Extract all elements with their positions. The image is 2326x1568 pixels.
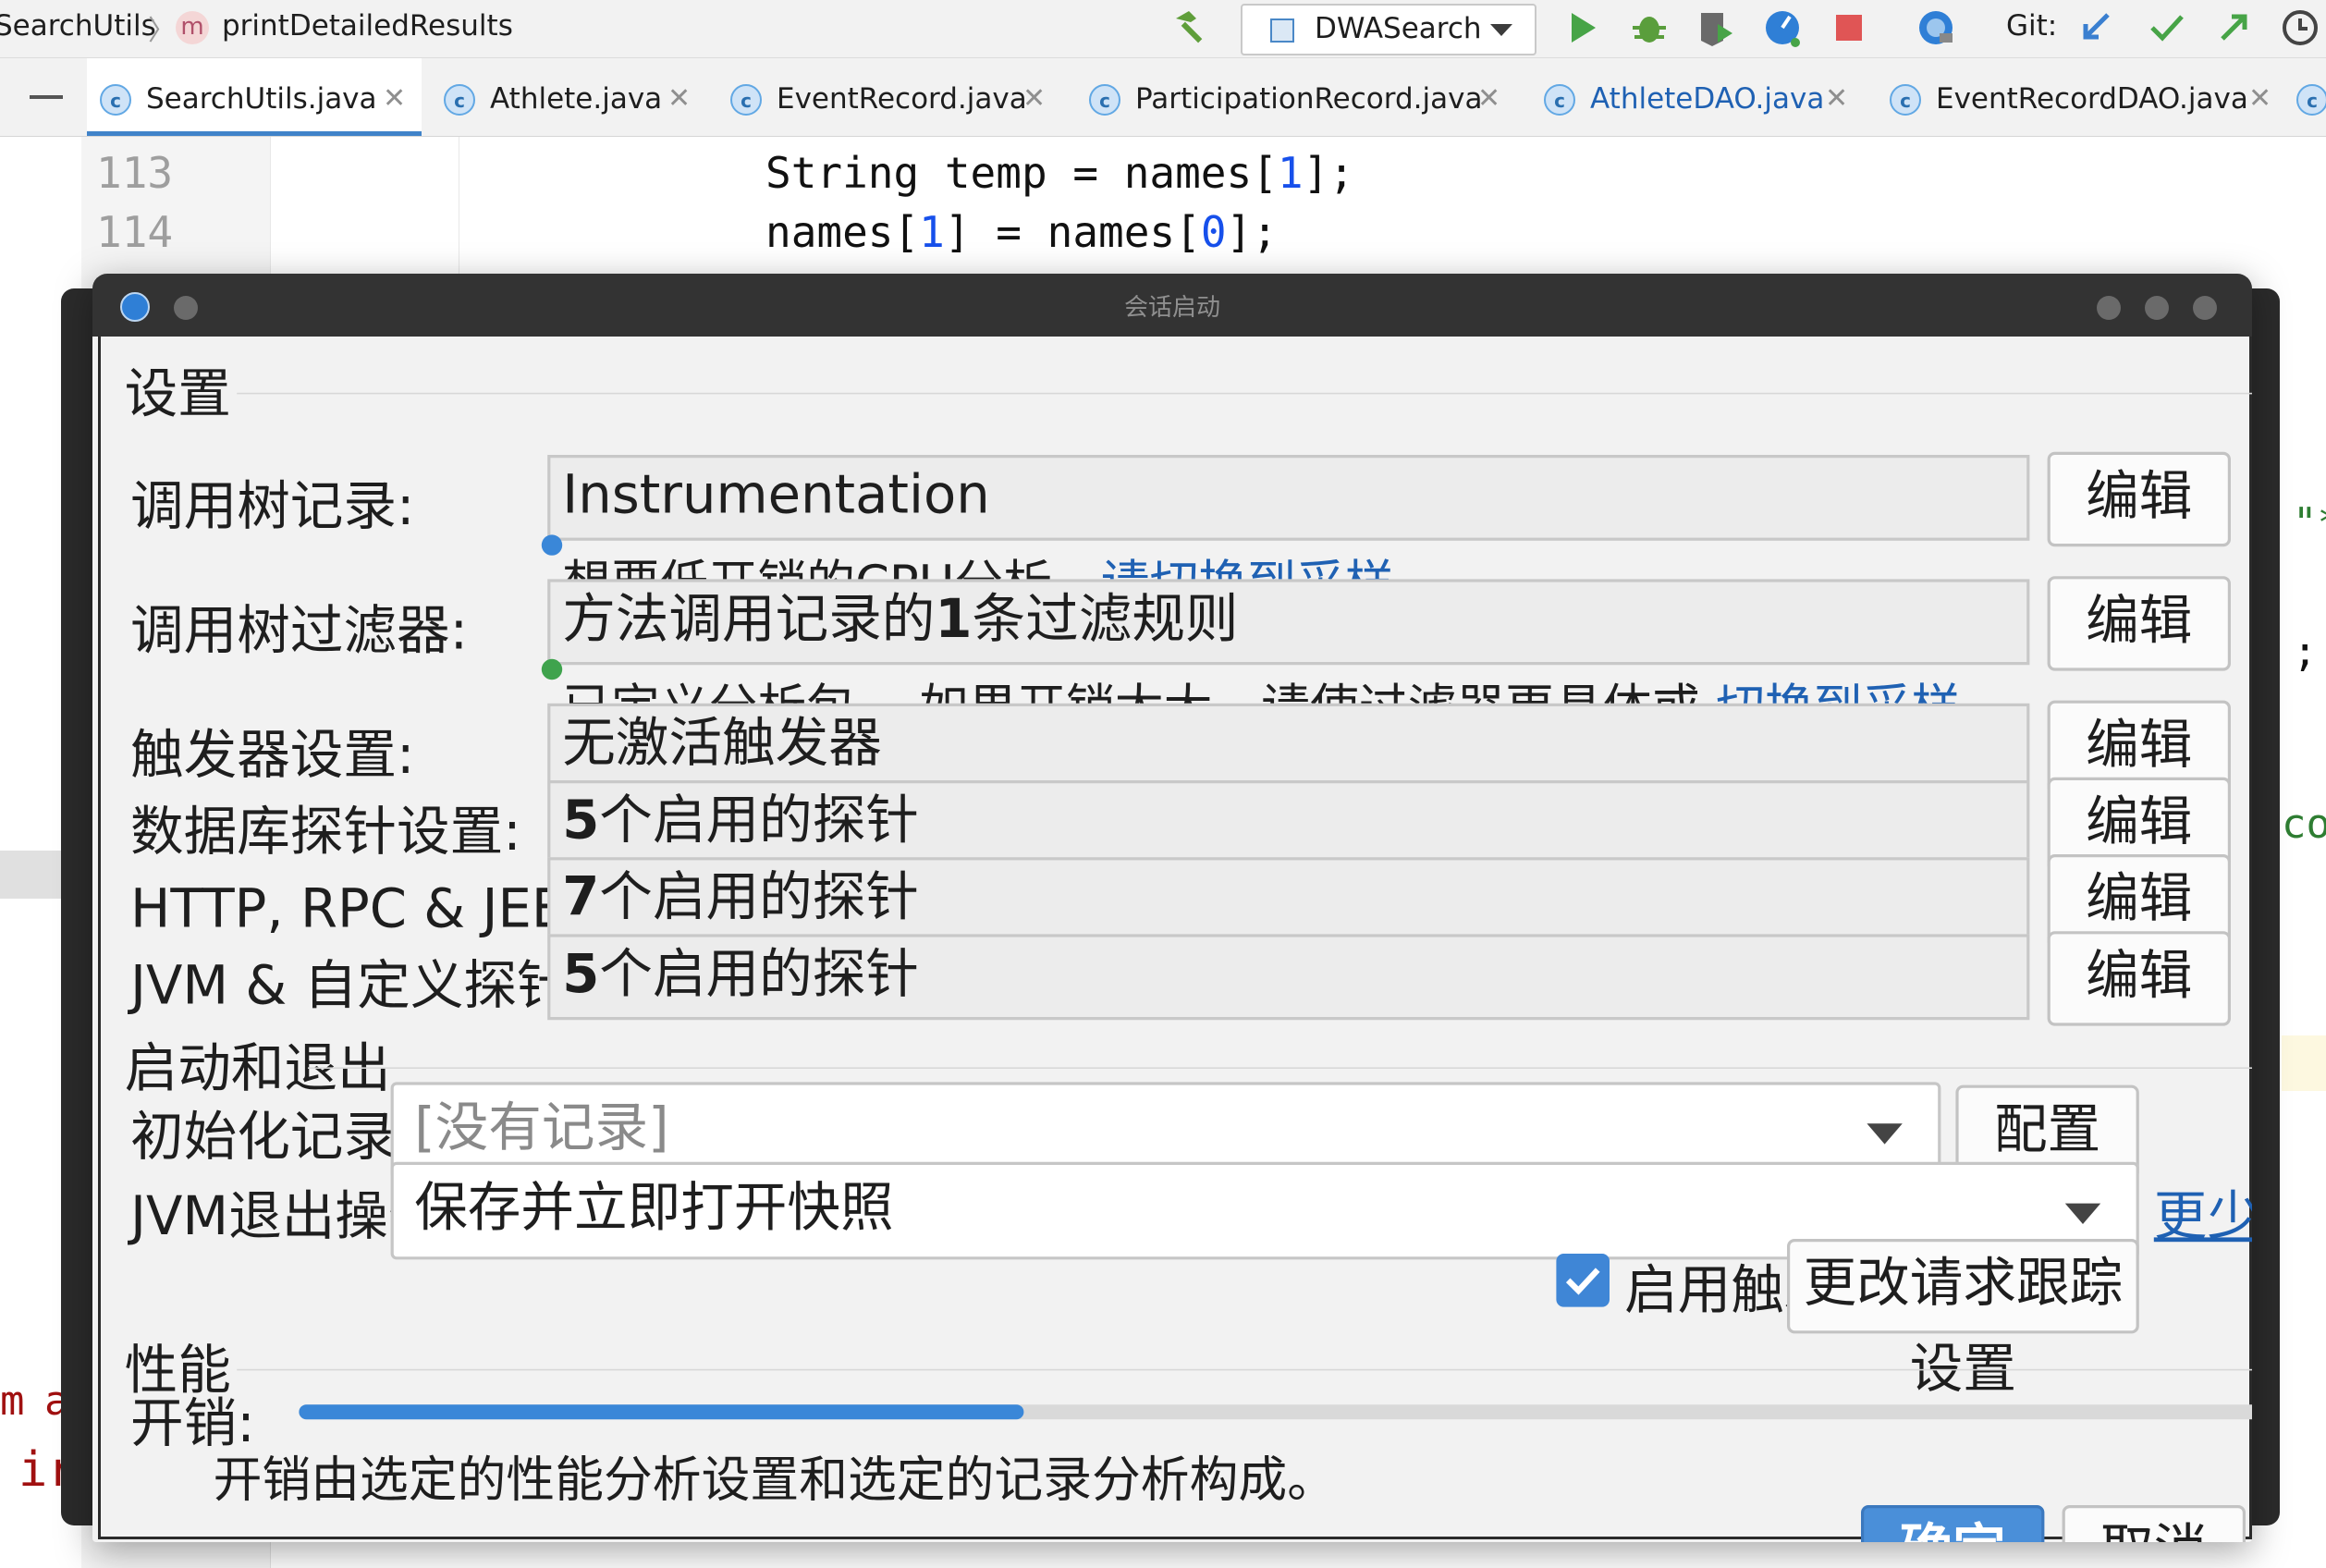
call-tree-recording-value: Instrumentation [547,455,2030,541]
edit-call-tree-filter-button[interactable]: 编辑 [2047,576,2231,671]
method-icon: m [176,11,209,44]
class-icon: c [444,84,475,116]
dialog-title: 会话启动 [1123,294,1220,322]
dialog-titlebar[interactable]: 会话启动 [92,274,2252,337]
debug-icon[interactable] [1629,7,1670,48]
show-less-link[interactable]: 更少 [2154,1174,2252,1251]
run-icon[interactable] [1562,7,1603,48]
call-tree-recording-label: 调用树记录: [130,477,415,538]
class-icon: c [2296,84,2326,116]
run-config-label: DWASearch [1315,12,1482,45]
section-divider [237,392,2252,395]
cancel-button[interactable]: 取消 [2062,1505,2246,1542]
ok-button[interactable]: 确定 [1861,1505,2045,1542]
database-probe-label: 数据库探针设置: [130,802,521,864]
close-icon[interactable]: ✕ [1477,82,1500,115]
close-icon[interactable]: ✕ [667,82,691,115]
call-tree-filter-value: 方法调用记录的1条过滤规则 [547,579,2030,666]
class-icon: c [1544,84,1575,116]
tab-eventrecord[interactable]: c EventRecord.java ✕ [717,58,1058,136]
jvm-custom-probe-value: 5个启用的探针 [547,934,2030,1021]
tab-overflow[interactable]: c [2283,58,2326,136]
coverage-icon[interactable] [1696,7,1736,48]
dialog-body: 设置 调用树记录: Instrumentation 编辑 想要低开销的CPU分析… [98,337,2252,1542]
trigger-settings-value: 无激活触发器 [547,703,2030,790]
code-line[interactable]: String temp = names[1]; [765,148,1354,198]
code-fragment: m [0,1378,25,1425]
overhead-description: 开销由选定的性能分析设置和选定的记录分析构成。 [213,1450,1337,1509]
main-toolbar: SearchUtils 〉 m printDetailedResults DWA… [0,0,2326,58]
git-label: Git: [2006,9,2058,43]
editor-tab-bar: c SearchUtils.java ✕ c Athlete.java ✕ c … [0,58,2326,137]
tab-label: Athlete.java [490,82,663,116]
tab-label: EventRecord.java [777,82,1027,116]
trigger-settings-label: 触发器设置: [130,725,415,787]
stop-icon[interactable] [1829,7,1869,48]
http-rpc-jee-probe-value: 7个启用的探针 [547,857,2030,943]
class-icon: c [1089,84,1120,116]
tab-eventrecorddao[interactable]: c EventRecordDAO.java ✕ [1877,58,2271,136]
section-divider [237,1368,2252,1371]
section-divider [308,1067,2252,1069]
chevron-down-icon [1490,24,1512,36]
edit-jvm-custom-probe-button[interactable]: 编辑 [2047,931,2231,1026]
call-tree-filter-label: 调用树过滤器: [130,601,469,662]
minimize-icon[interactable] [2097,296,2121,320]
history-icon[interactable] [2280,7,2320,48]
profile-icon[interactable] [1762,7,1803,48]
enable-triggers-checkbox[interactable] [1556,1254,1610,1307]
code-fragment: co [2282,801,2326,848]
edit-call-tree-recording-button[interactable]: 编辑 [2047,451,2231,547]
change-request-tracking-button[interactable]: 更改请求跟踪设置 [1787,1239,2139,1400]
tab-label: EventRecordDAO.java [1936,82,2248,116]
checkmark-icon [1565,1268,1600,1295]
chevron-down-icon [1867,1123,1903,1145]
class-icon: c [1890,84,1921,116]
settings-section-title: 设置 [124,364,231,425]
git-update-icon[interactable] [2076,7,2117,48]
tab-participationrecord[interactable]: c ParticipationRecord.java ✕ [1076,58,1527,136]
close-icon[interactable]: ✕ [2248,82,2271,115]
line-number: 114 [96,207,174,257]
git-push-icon[interactable] [2213,7,2254,48]
maximize-icon[interactable] [2145,296,2169,320]
breadcrumb-separator-icon: 〉 [148,15,176,47]
profiler-attach-icon[interactable] [1916,7,1956,48]
editor-highlight [2282,1035,2326,1091]
close-icon[interactable] [2193,296,2217,320]
run-configuration-select[interactable]: DWASearch [1241,4,1536,55]
info-icon [541,534,563,556]
tab-label: ParticipationRecord.java [1135,82,1483,116]
line-number: 113 [96,148,174,198]
class-icon: c [730,84,762,116]
close-icon[interactable]: ✕ [1022,82,1046,115]
breadcrumb-method[interactable]: printDetailedResults [222,9,513,43]
tab-label: SearchUtils.java [146,82,377,116]
tab-label: AthleteDAO.java [1590,82,1825,116]
git-commit-icon[interactable] [2147,7,2187,48]
chevron-down-icon [2064,1203,2101,1224]
collapse-icon[interactable] [30,95,63,99]
breadcrumb-class[interactable]: SearchUtils [0,9,156,43]
database-probe-value: 5个启用的探针 [547,780,2030,866]
success-icon [541,658,563,680]
code-fragment: "* [2293,499,2326,546]
tab-athletedao[interactable]: c AthleteDAO.java ✕ [1531,58,1864,136]
class-icon: c [100,84,131,116]
overhead-bar-fill [299,1404,1024,1420]
startup-section-title: 启动和退出 [124,1039,391,1100]
code-fragment: ; [2293,629,2318,676]
close-icon[interactable]: ✕ [1825,82,1848,115]
hammer-icon[interactable] [1170,7,1211,48]
close-icon[interactable]: ✕ [383,82,406,115]
tab-searchutils[interactable]: c SearchUtils.java ✕ [87,58,422,136]
session-startup-dialog: 会话启动 设置 调用树记录: Instrumentation 编辑 想要低开销的… [92,274,2252,1542]
editor-highlight [0,851,61,899]
tab-athlete[interactable]: c Athlete.java ✕ [431,58,708,136]
overhead-bar [299,1404,2252,1420]
code-line[interactable]: names[1] = names[0]; [765,207,1278,257]
run-config-icon [1270,18,1294,43]
